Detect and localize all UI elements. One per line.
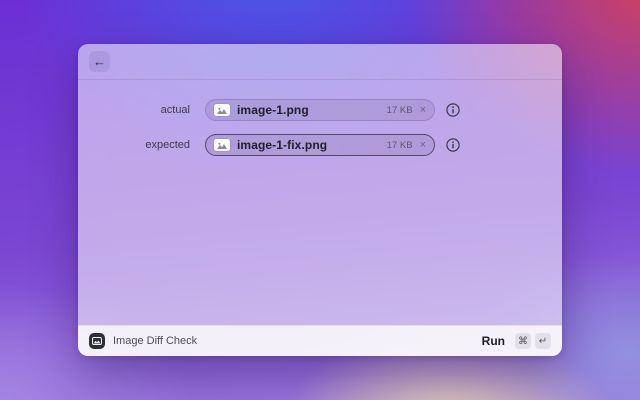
expected-field-row: expected image-1-fix.png 17 KB × — [78, 134, 562, 156]
command-title: Image Diff Check — [113, 335, 198, 347]
image-diff-check-window: ← actual image-1.png 17 KB × expected im… — [78, 44, 562, 356]
return-key-icon: ↵ — [535, 333, 551, 349]
info-icon — [445, 138, 460, 152]
actual-field-label: actual — [160, 104, 190, 116]
file-size: 17 KB — [386, 104, 413, 116]
file-thumbnail-icon — [214, 139, 230, 151]
expected-file-chip[interactable]: image-1-fix.png 17 KB × — [205, 134, 435, 156]
file-name: image-1.png — [237, 103, 309, 117]
actual-info-button[interactable] — [445, 103, 460, 118]
actual-field-row: actual image-1.png 17 KB × — [78, 99, 562, 121]
window-footer: Image Diff Check Run ⌘ ↵ — [78, 325, 562, 356]
file-size: 17 KB — [386, 139, 413, 151]
form-content: actual image-1.png 17 KB × expected imag — [78, 80, 562, 156]
picture-icon — [92, 337, 102, 345]
file-thumbnail-icon — [214, 104, 230, 116]
remove-file-icon[interactable]: × — [420, 139, 426, 151]
expected-field-label: expected — [145, 139, 190, 151]
file-name: image-1-fix.png — [237, 138, 328, 152]
run-button[interactable]: Run — [482, 334, 505, 348]
back-button[interactable]: ← — [89, 51, 110, 72]
cmd-key-icon: ⌘ — [515, 333, 531, 349]
remove-file-icon[interactable]: × — [420, 104, 426, 116]
actual-file-chip[interactable]: image-1.png 17 KB × — [205, 99, 435, 121]
window-header: ← — [78, 44, 562, 80]
back-arrow-icon: ← — [93, 54, 106, 69]
image-diff-app-icon — [89, 333, 105, 349]
expected-info-button[interactable] — [445, 138, 460, 153]
info-icon — [445, 103, 460, 117]
